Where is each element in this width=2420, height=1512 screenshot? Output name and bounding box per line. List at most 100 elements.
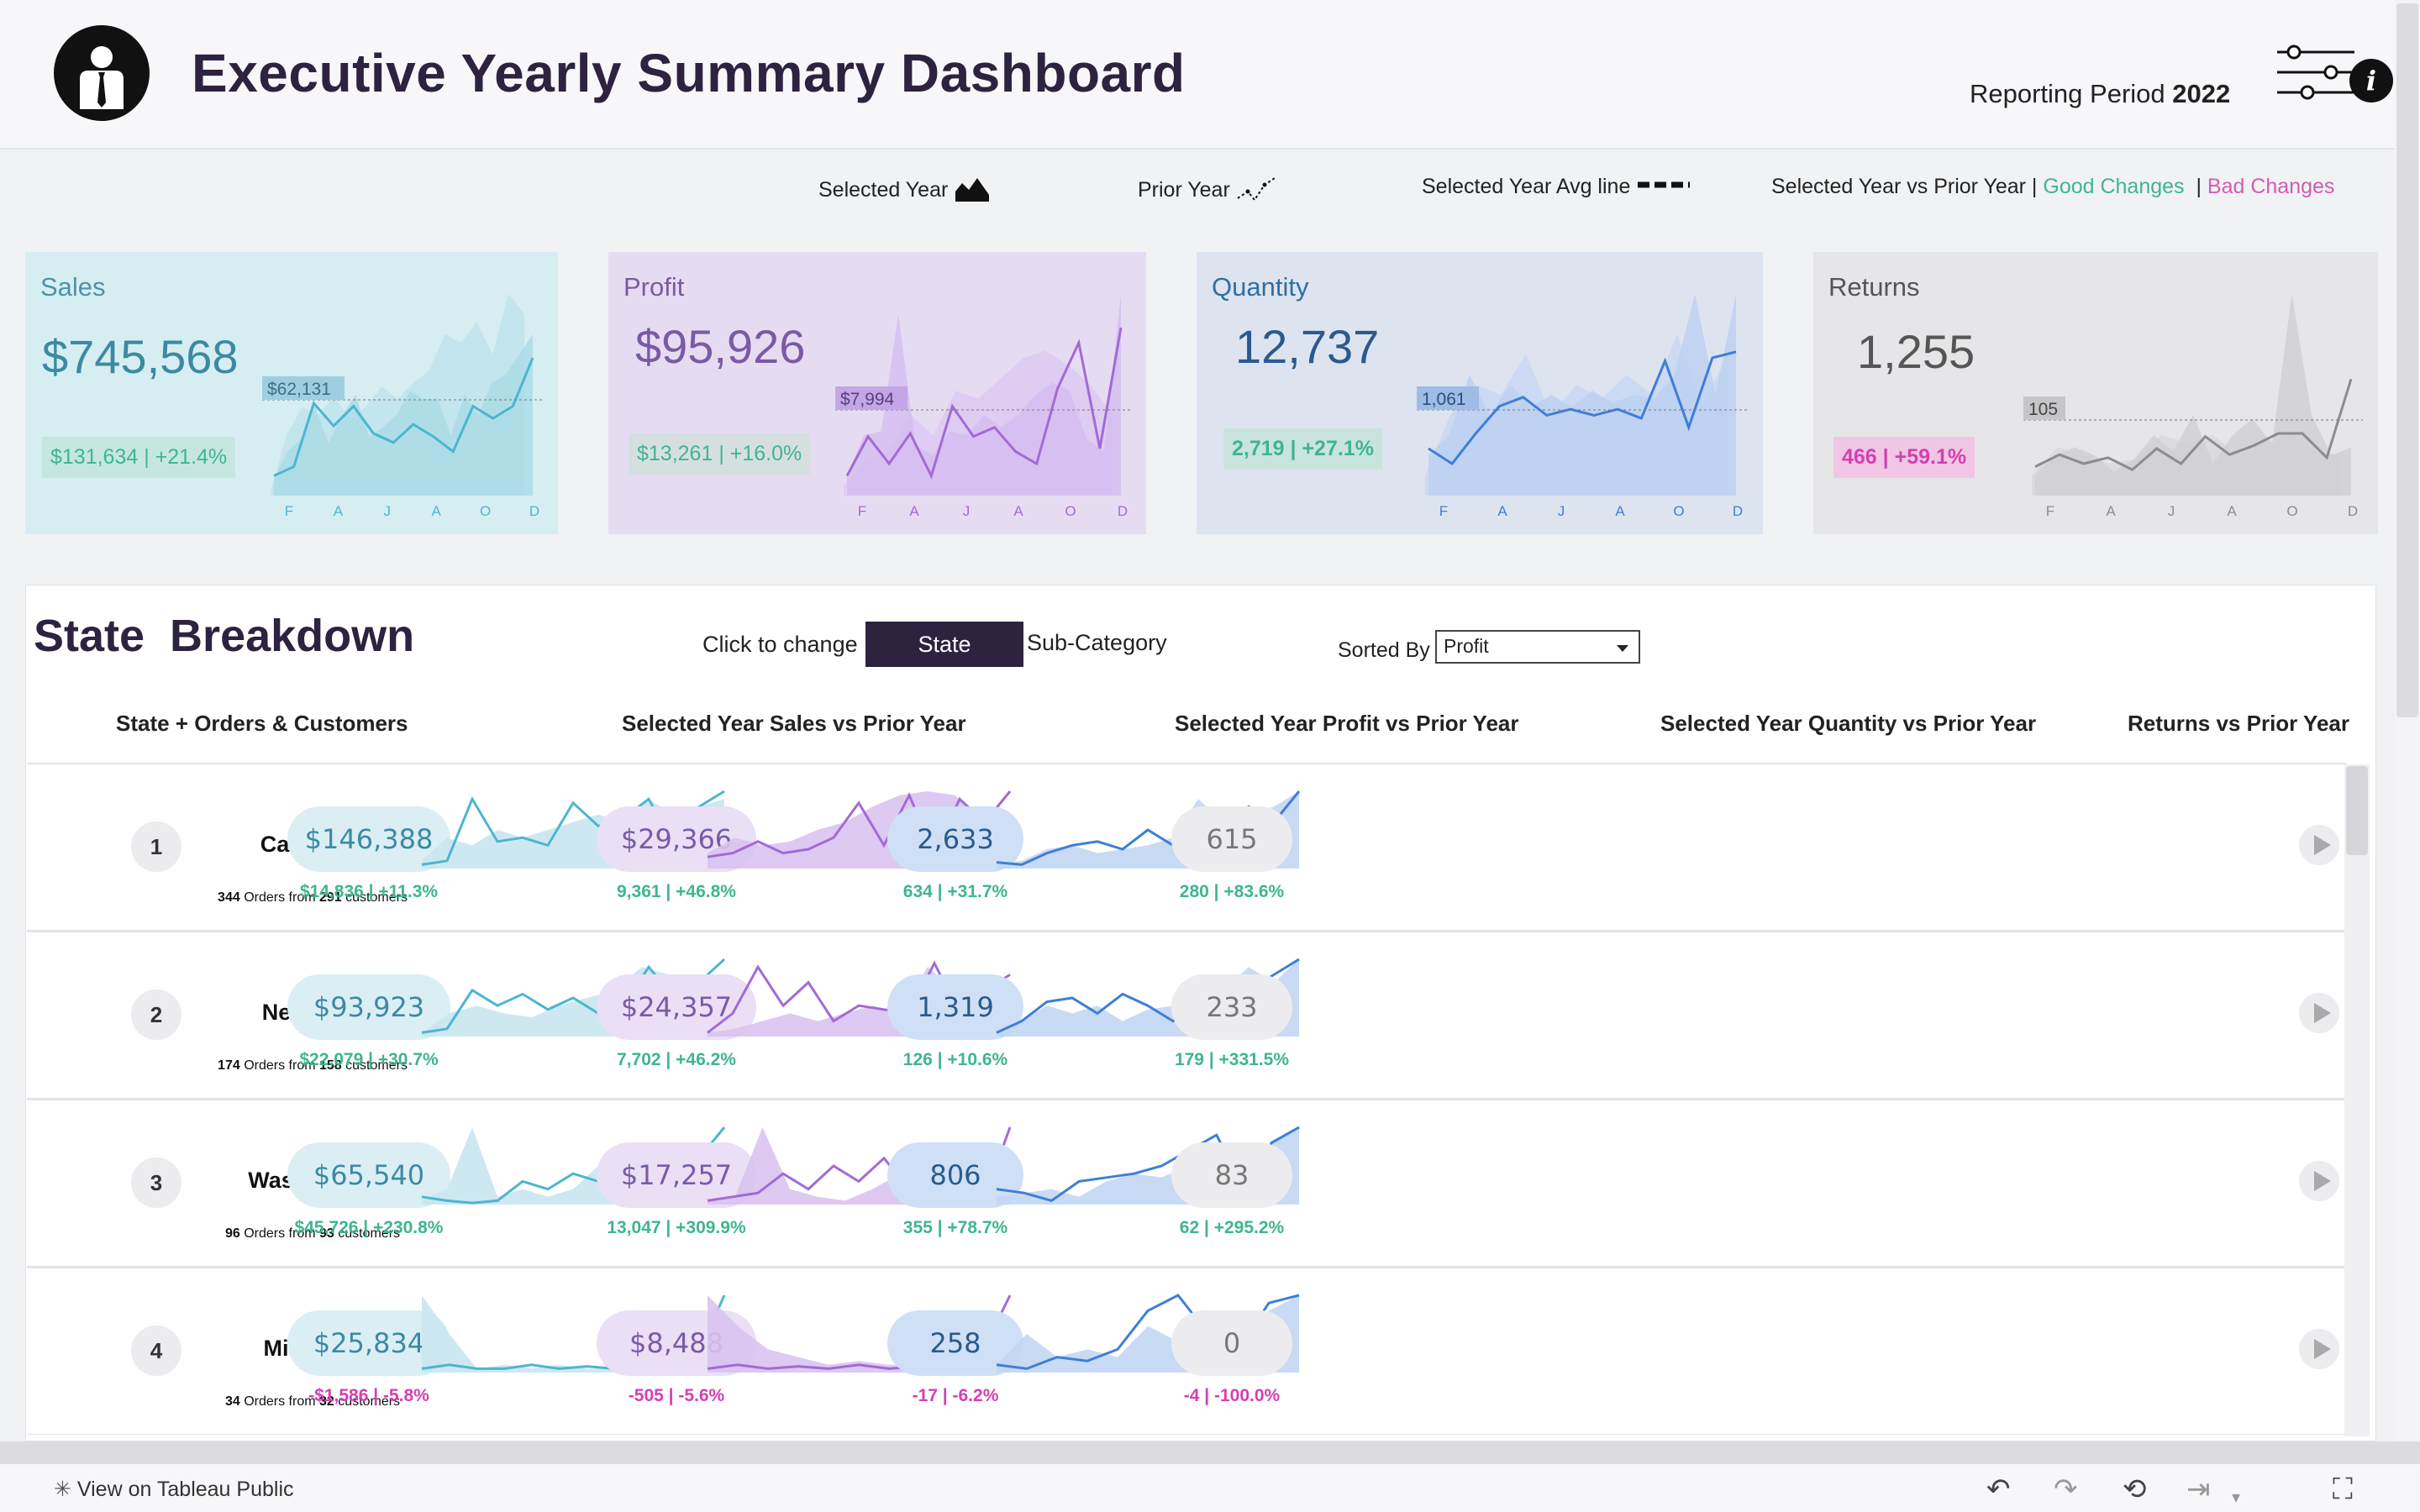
table-scrollbar-thumb[interactable] (2346, 766, 2368, 855)
returns-change: 280 | +83.6% (1179, 882, 1285, 901)
kpi-title: Returns (1828, 272, 1920, 302)
reporting-period-year: 2022 (2172, 79, 2231, 108)
month-tick: O (2286, 503, 2297, 519)
kpi-value: 1,255 (1857, 325, 1975, 378)
table-row[interactable]: 1California344 Orders from 291 customers… (27, 764, 2346, 932)
column-header-sales: Selected Year Sales vs Prior Year (622, 711, 966, 736)
month-tick: O (480, 503, 491, 519)
sales-change: $22,079 | +30.7% (299, 1050, 439, 1069)
redo-icon[interactable]: ↷ (2054, 1475, 2078, 1504)
legend-prior-year: Prior Year (1138, 175, 1278, 203)
subcategory-toggle-button[interactable]: Sub-Category (1027, 630, 1167, 656)
sort-by-dropdown[interactable]: Profit (1435, 630, 1640, 664)
page-scrollbar-thumb[interactable] (2396, 3, 2418, 717)
revert-icon[interactable]: ⟲ (2123, 1475, 2147, 1504)
month-tick: A (1615, 503, 1625, 519)
kpi-card-quantity[interactable]: Quantity 12,737 2,719 | +27.1% 1,061 F A J A… (1197, 252, 1763, 534)
horizontal-scrollbar[interactable] (0, 1441, 2420, 1463)
sales-change: -$1,586 | -5.8% (308, 1386, 429, 1405)
returns-value: 233 (1171, 974, 1292, 1040)
profit-change: -505 | -5.6% (628, 1386, 725, 1405)
kpi-value: $95,926 (635, 320, 806, 373)
profit-trend-chart: $7,994 F A J A O D (835, 294, 1133, 519)
kpi-change: 466 | +59.1% (1833, 437, 1975, 478)
state-table: 1California344 Orders from 291 customers… (27, 763, 2346, 1435)
column-header-quantity: Selected Year Quantity vs Prior Year (1660, 711, 2037, 736)
month-tick: O (1065, 503, 1076, 519)
play-icon[interactable] (2299, 1161, 2339, 1201)
play-icon[interactable] (2299, 825, 2339, 865)
month-tick: J (963, 503, 971, 519)
month-tick: A (2227, 503, 2237, 519)
kpi-card-returns[interactable]: Returns 1,255 466 | +59.1% 105 F A J A O D (1813, 252, 2378, 534)
month-tick: F (2046, 503, 2054, 519)
info-icon[interactable]: i (2349, 59, 2393, 102)
sales-change: $45,726 | +230.8% (294, 1218, 444, 1237)
month-tick: F (1439, 503, 1448, 519)
table-row[interactable]: 3Washington96 Orders from 93 customers$6… (27, 1100, 2346, 1268)
profit-change: 7,702 | +46.2% (617, 1050, 736, 1069)
returns-value: 0 (1171, 1310, 1292, 1376)
returns-value: 83 (1171, 1142, 1292, 1208)
view-on-tableau-link[interactable]: ✳ View on Tableau Public (54, 1477, 294, 1502)
column-header-state: State + Orders & Customers (116, 711, 408, 736)
refresh-menu-chevron-icon[interactable]: ▾ (2232, 1483, 2240, 1512)
selected-year-area (2035, 294, 2351, 496)
average-label: 1,061 (1422, 390, 1466, 409)
kpi-title: Quantity (1212, 272, 1309, 302)
sales-trend-chart: $62,131 F A J A O D (262, 294, 544, 519)
kpi-change: 2,719 | +27.1% (1223, 428, 1382, 470)
quantity-change: 126 | +10.6% (902, 1050, 1008, 1069)
rank-badge: 3 (131, 1158, 182, 1208)
legend-comparison: Selected Year vs Prior Year | Good Chang… (1771, 175, 2335, 198)
legend-selected-year: Selected Year (818, 175, 991, 203)
play-icon[interactable] (2299, 993, 2339, 1033)
quantity-change: -17 | -6.2% (912, 1386, 999, 1405)
executive-logo-icon (54, 25, 150, 121)
month-tick: A (1497, 503, 1507, 519)
table-row[interactable]: 2New York174 Orders from 158 customers$9… (27, 932, 2346, 1100)
table-scrollbar[interactable] (2344, 764, 2370, 1436)
average-label: 105 (2028, 400, 2058, 419)
undo-icon[interactable]: ↶ (1986, 1475, 2011, 1504)
profit-change: 9,361 | +46.8% (617, 882, 736, 901)
play-icon[interactable] (2299, 1329, 2339, 1369)
returns-trend-chart: 105 F A J A O D (2023, 294, 2363, 519)
kpi-title: Profit (623, 272, 685, 302)
rank-badge: 1 (131, 822, 182, 872)
filter-sliders-icon[interactable] (2275, 44, 2356, 102)
returns-change: -4 | -100.0% (1183, 1386, 1281, 1405)
dashboard-title: Executive Yearly Summary Dashboard (192, 43, 1186, 103)
rank-badge: 4 (131, 1326, 182, 1376)
kpi-change: $13,261 | +16.0% (629, 433, 811, 475)
month-tick: O (1673, 503, 1684, 519)
dashed-line-icon (1638, 181, 1691, 188)
month-tick: A (909, 503, 919, 519)
state-toggle-button[interactable]: State (865, 622, 1023, 667)
tableau-logo-icon: ✳ (54, 1478, 71, 1501)
table-row[interactable]: 4Michigan34 Orders from 32 customers$25,… (27, 1268, 2346, 1435)
kpi-card-sales[interactable]: Sales $745,568 $131,634 | +21.4% $62,131… (25, 252, 558, 534)
kpi-value: $745,568 (42, 330, 239, 383)
month-tick: D (2348, 503, 2358, 519)
sales-change: $14,836 | +11.3% (299, 882, 439, 901)
reporting-period: Reporting Period 2022 (1970, 79, 2230, 109)
quantity-change: 634 | +31.7% (902, 882, 1008, 901)
month-tick: D (1118, 503, 1128, 519)
month-tick: F (285, 503, 293, 519)
kpi-change: $131,634 | +21.4% (42, 437, 236, 478)
column-header-profit: Selected Year Profit vs Prior Year (1175, 711, 1519, 736)
line-chart-icon (1237, 177, 1276, 202)
average-label: $62,131 (267, 380, 331, 399)
returns-change: 179 | +331.5% (1174, 1050, 1290, 1069)
average-label: $7,994 (840, 390, 895, 409)
sort-by-value: Profit (1444, 635, 1489, 657)
kpi-card-profit[interactable]: Profit $95,926 $13,261 | +16.0% $7,994 F A… (608, 252, 1146, 534)
returns-value: 615 (1171, 806, 1292, 872)
fullscreen-icon[interactable]: ⛶ (2333, 1475, 2353, 1504)
legend-good-changes: Good Changes (2043, 175, 2185, 198)
refresh-icon[interactable]: ⇥ (2186, 1475, 2211, 1504)
month-tick: A (432, 503, 442, 519)
chevron-down-icon (1617, 645, 1628, 652)
month-tick: D (1733, 503, 1743, 519)
